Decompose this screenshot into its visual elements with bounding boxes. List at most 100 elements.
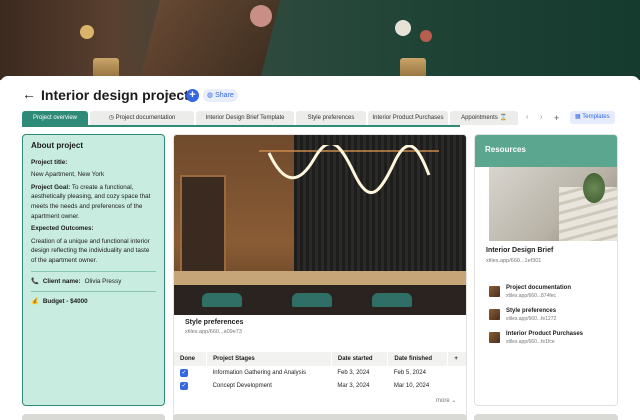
tab-underline xyxy=(22,125,460,127)
list-item[interactable]: Interior Product Purchases xtiles.app/660… xyxy=(489,331,583,345)
brief-photo xyxy=(489,167,617,241)
client-row: 📞 Client name: Olivia Pressy xyxy=(31,277,156,287)
photo-stool xyxy=(372,293,412,307)
about-heading: About project xyxy=(31,141,83,150)
col-header-done[interactable]: Done xyxy=(174,352,208,366)
done-checkbox[interactable]: ✓ xyxy=(180,381,188,390)
tab-bar: Project overview ◷ Project documentation… xyxy=(22,111,618,127)
add-tab-icon[interactable]: + xyxy=(554,111,559,125)
finished-cell[interactable]: Feb 5, 2024 xyxy=(388,366,448,379)
outcomes-value: Creation of a unique and functional inte… xyxy=(31,237,150,264)
next-card-edge xyxy=(474,414,618,420)
tab-interior-product-purchases[interactable]: Interior Product Purchases xyxy=(368,111,448,125)
hero-flower xyxy=(395,20,411,36)
client-value: Olivia Pressy xyxy=(84,277,122,285)
share-button[interactable]: ◍ Share xyxy=(203,89,238,102)
brief-title[interactable]: Interior Design Brief xyxy=(486,247,553,254)
hero-flower xyxy=(420,30,432,42)
more-options-icon[interactable]: ··· xyxy=(166,86,181,100)
brief-url[interactable]: xtiles.app/660...1ef301 xyxy=(486,258,553,264)
started-cell[interactable]: Mar 3, 2024 xyxy=(331,379,387,392)
brief-link[interactable]: Interior Design Brief xtiles.app/660...1… xyxy=(486,247,553,264)
table-row: ✓ Concept Development Mar 3, 2024 Mar 10… xyxy=(174,379,466,392)
add-button[interactable]: + xyxy=(186,89,199,102)
templates-button[interactable]: ▦ Templates xyxy=(570,111,615,124)
table-header-row: Done Project Stages Date started Date fi… xyxy=(174,352,466,366)
project-goal: Project Goal: To create a functional, ae… xyxy=(31,183,156,221)
share-label: Share xyxy=(215,92,234,99)
list-item[interactable]: Project documentation xtiles.app/660...87… xyxy=(489,285,583,299)
resource-thumbnail xyxy=(489,286,500,297)
next-card-edge xyxy=(22,414,165,420)
divider xyxy=(31,291,156,293)
photo-plant xyxy=(583,173,605,203)
chevron-down-icon: ⌄ xyxy=(451,398,457,404)
project-title-value: New Apartment, New York xyxy=(31,171,105,179)
table-row: ✓ Information Gathering and Analysis Feb… xyxy=(174,366,466,379)
tab-project-overview[interactable]: Project overview xyxy=(22,111,88,125)
tab-prev-icon[interactable]: ‹ xyxy=(526,111,528,125)
hero-banner xyxy=(0,0,640,80)
photo-stool xyxy=(202,293,242,307)
style-card-url[interactable]: xtiles.app/660...a09e73 xyxy=(185,329,243,335)
hero-flower xyxy=(80,25,94,39)
globe-icon: ◍ xyxy=(207,92,214,99)
client-label: Client name: xyxy=(42,277,81,285)
divider xyxy=(31,270,156,272)
style-card-caption: Style preferences xtiles.app/660...a09e7… xyxy=(185,319,243,335)
back-arrow-icon[interactable]: ← xyxy=(22,86,36,102)
col-header-stages[interactable]: Project Stages xyxy=(206,352,332,366)
more-label: more xyxy=(436,398,450,404)
resource-url: xtiles.app/660...fe1272 xyxy=(506,316,557,322)
pendant-light xyxy=(259,145,439,195)
project-title-label: Project title: xyxy=(31,158,68,166)
stage-cell[interactable]: Concept Development xyxy=(207,379,332,392)
style-card-title[interactable]: Style preferences xyxy=(185,319,243,326)
started-cell[interactable]: Feb 3, 2024 xyxy=(331,366,387,379)
tab-appointments[interactable]: Appointments ⌛ xyxy=(450,111,518,125)
photo-cabinet xyxy=(180,175,226,275)
resource-title: Project documentation xyxy=(506,285,572,291)
finished-cell[interactable]: Mar 10, 2024 xyxy=(388,379,448,392)
tab-next-icon[interactable]: › xyxy=(540,111,542,125)
stages-table: Done Project Stages Date started Date fi… xyxy=(174,352,466,392)
style-preferences-card[interactable]: Style preferences xtiles.app/660...a09e7… xyxy=(173,134,467,420)
budget-row: 💰 Budget - $4000 xyxy=(31,297,156,307)
col-header-finished[interactable]: Date finished xyxy=(387,352,449,366)
next-card-edge xyxy=(173,414,467,420)
hero-flower xyxy=(250,5,272,27)
resource-title: Style preferences xyxy=(506,308,557,314)
tab-interior-design-brief[interactable]: Interior Design Brief Template xyxy=(196,111,294,125)
resource-thumbnail xyxy=(489,332,500,343)
photo-stool xyxy=(292,293,332,307)
photo-counter xyxy=(174,271,466,285)
clock-icon: ◷ xyxy=(108,115,116,121)
resources-card: Resources Interior Design Brief xtiles.a… xyxy=(474,134,618,406)
hourglass-icon: ⌛ xyxy=(497,115,507,121)
done-checkbox[interactable]: ✓ xyxy=(180,368,188,377)
add-column-icon[interactable]: + xyxy=(447,352,466,366)
about-project-card: About project Project title: New Apartme… xyxy=(22,134,165,406)
col-header-started[interactable]: Date started xyxy=(331,352,389,366)
budget-label: Budget - $4000 xyxy=(42,298,88,306)
stage-cell[interactable]: Information Gathering and Analysis xyxy=(207,366,332,379)
resource-url: xtiles.app/660...fe1fce xyxy=(506,339,555,345)
tab-label: Project documentation xyxy=(115,115,176,121)
kitchen-photo xyxy=(174,135,466,315)
templates-label: Templates xyxy=(582,114,610,120)
resources-heading: Resources xyxy=(475,135,617,167)
resource-thumbnail xyxy=(489,309,500,320)
money-bag-icon: 💰 xyxy=(31,298,39,306)
resource-list: Project documentation xtiles.app/660...87… xyxy=(489,285,583,354)
outcomes-label: Expected Outcomes: xyxy=(31,225,94,233)
list-item[interactable]: Style preferences xtiles.app/660...fe1272 xyxy=(489,308,583,322)
tab-project-documentation[interactable]: ◷ Project documentation xyxy=(90,111,194,125)
resource-url: xtiles.app/660...874fec xyxy=(506,293,557,299)
project-page: ← Interior design project ··· + ◍ Share … xyxy=(0,76,640,420)
tab-style-preferences[interactable]: Style preferences xyxy=(296,111,366,125)
goal-label: Project Goal: xyxy=(31,183,71,191)
phone-icon: 📞 xyxy=(31,277,39,285)
resource-title: Interior Product Purchases xyxy=(506,331,584,337)
tab-label: Appointments xyxy=(461,115,498,121)
more-link[interactable]: more ⌄ xyxy=(436,397,456,404)
